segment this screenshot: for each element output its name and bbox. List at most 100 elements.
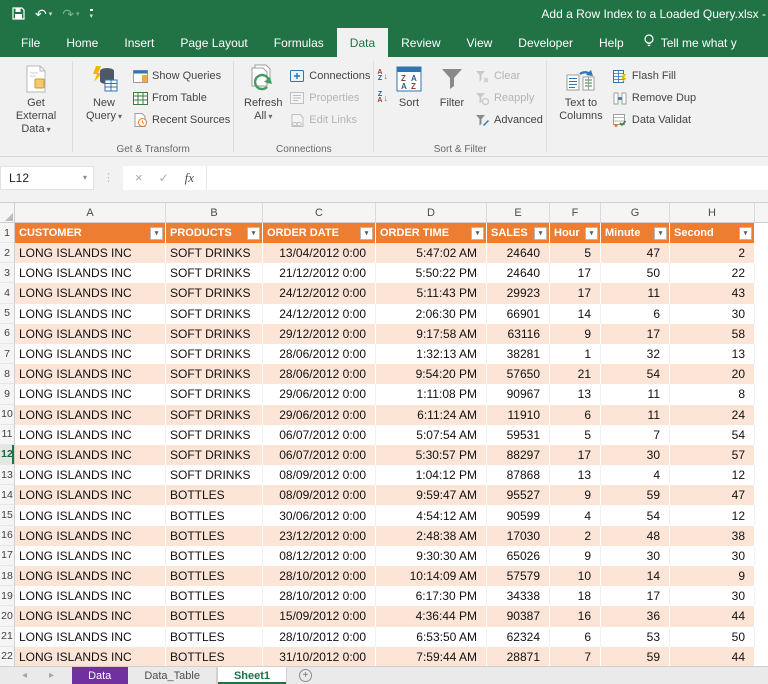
cell-G6[interactable]: 17 xyxy=(601,324,670,344)
cell-C6[interactable]: 29/12/2012 0:00 xyxy=(263,324,376,344)
cell-G19[interactable]: 17 xyxy=(601,586,670,606)
cell-B19[interactable]: BOTTLES xyxy=(166,586,263,606)
sheet-nav-right-icon[interactable]: ▸ xyxy=(49,670,54,681)
cell-A4[interactable]: LONG ISLANDS INC xyxy=(15,283,166,303)
cell-F9[interactable]: 13 xyxy=(550,384,601,404)
cell-G14[interactable]: 59 xyxy=(601,485,670,505)
table-header-cell-sales[interactable]: SALES▾ xyxy=(487,223,550,243)
cell-outside-table[interactable] xyxy=(755,364,768,384)
column-header-D[interactable]: D xyxy=(376,203,487,223)
cell-H11[interactable]: 54 xyxy=(670,425,755,445)
cell-G5[interactable]: 6 xyxy=(601,304,670,324)
cell-E12[interactable]: 88297 xyxy=(487,445,550,465)
cell-outside-table[interactable] xyxy=(755,283,768,303)
row-header-4[interactable]: 4 xyxy=(0,283,15,303)
cell-outside-table[interactable] xyxy=(755,586,768,606)
cell-A22[interactable]: LONG ISLANDS INC xyxy=(15,647,166,667)
row-header-17[interactable]: 17 xyxy=(0,546,15,566)
cell-C11[interactable]: 06/07/2012 0:00 xyxy=(263,425,376,445)
cell-D6[interactable]: 9:17:58 AM xyxy=(376,324,487,344)
cell-outside-table[interactable] xyxy=(755,324,768,344)
sort-button[interactable]: ZAAZ Sort xyxy=(388,60,430,110)
cell-D16[interactable]: 2:48:38 AM xyxy=(376,526,487,546)
cell-C15[interactable]: 30/06/2012 0:00 xyxy=(263,505,376,525)
row-header-1[interactable]: 1 xyxy=(0,223,15,243)
row-header-9[interactable]: 9 xyxy=(0,384,15,404)
cell-B22[interactable]: BOTTLES xyxy=(166,647,263,667)
cell-D12[interactable]: 5:30:57 PM xyxy=(376,445,487,465)
cell-G11[interactable]: 7 xyxy=(601,425,670,445)
tab-home[interactable]: Home xyxy=(53,28,111,57)
row-header-15[interactable]: 15 xyxy=(0,505,15,525)
cell-E19[interactable]: 34338 xyxy=(487,586,550,606)
cell-H18[interactable]: 9 xyxy=(670,566,755,586)
cell-F2[interactable]: 5 xyxy=(550,243,601,263)
cell-D17[interactable]: 9:30:30 AM xyxy=(376,546,487,566)
table-header-cell-second[interactable]: Second▾ xyxy=(670,223,755,243)
cell-A11[interactable]: LONG ISLANDS INC xyxy=(15,425,166,445)
cell-D14[interactable]: 9:59:47 AM xyxy=(376,485,487,505)
cell-B9[interactable]: SOFT DRINKS xyxy=(166,384,263,404)
select-all-corner[interactable] xyxy=(0,203,15,223)
name-box-dropdown-icon[interactable]: ▾ xyxy=(83,173,87,182)
cell-E22[interactable]: 28871 xyxy=(487,647,550,667)
cell-E10[interactable]: 11910 xyxy=(487,405,550,425)
cell-A15[interactable]: LONG ISLANDS INC xyxy=(15,505,166,525)
cell-A19[interactable]: LONG ISLANDS INC xyxy=(15,586,166,606)
cell-F14[interactable]: 9 xyxy=(550,485,601,505)
cell-outside-table[interactable] xyxy=(755,304,768,324)
cell-D7[interactable]: 1:32:13 AM xyxy=(376,344,487,364)
text-to-columns-button[interactable]: Text to Columns xyxy=(550,60,612,123)
cell-F4[interactable]: 17 xyxy=(550,283,601,303)
filter-dropdown-button[interactable]: ▾ xyxy=(534,227,547,240)
refresh-all-button[interactable]: Refresh All▾ xyxy=(237,60,289,123)
cell-H12[interactable]: 57 xyxy=(670,445,755,465)
cell-G10[interactable]: 11 xyxy=(601,405,670,425)
cell-B14[interactable]: BOTTLES xyxy=(166,485,263,505)
cell-E18[interactable]: 57579 xyxy=(487,566,550,586)
column-header-C[interactable]: C xyxy=(263,203,376,223)
cell-E15[interactable]: 90599 xyxy=(487,505,550,525)
cell-B21[interactable]: BOTTLES xyxy=(166,627,263,647)
cell-C2[interactable]: 13/04/2012 0:00 xyxy=(263,243,376,263)
table-header-cell-hour[interactable]: Hour▾ xyxy=(550,223,601,243)
column-header-H[interactable]: H xyxy=(670,203,755,223)
cell-B5[interactable]: SOFT DRINKS xyxy=(166,304,263,324)
cell-D5[interactable]: 2:06:30 PM xyxy=(376,304,487,324)
insert-function-icon[interactable]: fx xyxy=(185,170,194,186)
cell-H21[interactable]: 50 xyxy=(670,627,755,647)
cell-A7[interactable]: LONG ISLANDS INC xyxy=(15,344,166,364)
cell-C16[interactable]: 23/12/2012 0:00 xyxy=(263,526,376,546)
cell-C19[interactable]: 28/10/2012 0:00 xyxy=(263,586,376,606)
cell-B7[interactable]: SOFT DRINKS xyxy=(166,344,263,364)
cell-H4[interactable]: 43 xyxy=(670,283,755,303)
cell-E6[interactable]: 63116 xyxy=(487,324,550,344)
cell-G2[interactable]: 47 xyxy=(601,243,670,263)
table-header-cell-minute[interactable]: Minute▾ xyxy=(601,223,670,243)
cell-outside-table[interactable] xyxy=(755,223,768,243)
cell-A13[interactable]: LONG ISLANDS INC xyxy=(15,465,166,485)
cell-B10[interactable]: SOFT DRINKS xyxy=(166,405,263,425)
cell-F13[interactable]: 13 xyxy=(550,465,601,485)
cell-A2[interactable]: LONG ISLANDS INC xyxy=(15,243,166,263)
cell-H2[interactable]: 2 xyxy=(670,243,755,263)
cell-G13[interactable]: 4 xyxy=(601,465,670,485)
cell-C7[interactable]: 28/06/2012 0:00 xyxy=(263,344,376,364)
column-header-G[interactable]: G xyxy=(601,203,670,223)
filter-dropdown-button[interactable]: ▾ xyxy=(360,227,373,240)
cell-E21[interactable]: 62324 xyxy=(487,627,550,647)
cell-G7[interactable]: 32 xyxy=(601,344,670,364)
row-header-18[interactable]: 18 xyxy=(0,566,15,586)
cell-F10[interactable]: 6 xyxy=(550,405,601,425)
column-header-A[interactable]: A xyxy=(15,203,166,223)
cell-D11[interactable]: 5:07:54 AM xyxy=(376,425,487,445)
cell-F5[interactable]: 14 xyxy=(550,304,601,324)
cell-F20[interactable]: 16 xyxy=(550,606,601,626)
tell-me-box[interactable]: Tell me what y xyxy=(637,28,743,57)
cell-B6[interactable]: SOFT DRINKS xyxy=(166,324,263,344)
filter-dropdown-button[interactable]: ▾ xyxy=(739,227,752,240)
cell-C4[interactable]: 24/12/2012 0:00 xyxy=(263,283,376,303)
cell-D21[interactable]: 6:53:50 AM xyxy=(376,627,487,647)
cell-E7[interactable]: 38281 xyxy=(487,344,550,364)
cell-F17[interactable]: 9 xyxy=(550,546,601,566)
